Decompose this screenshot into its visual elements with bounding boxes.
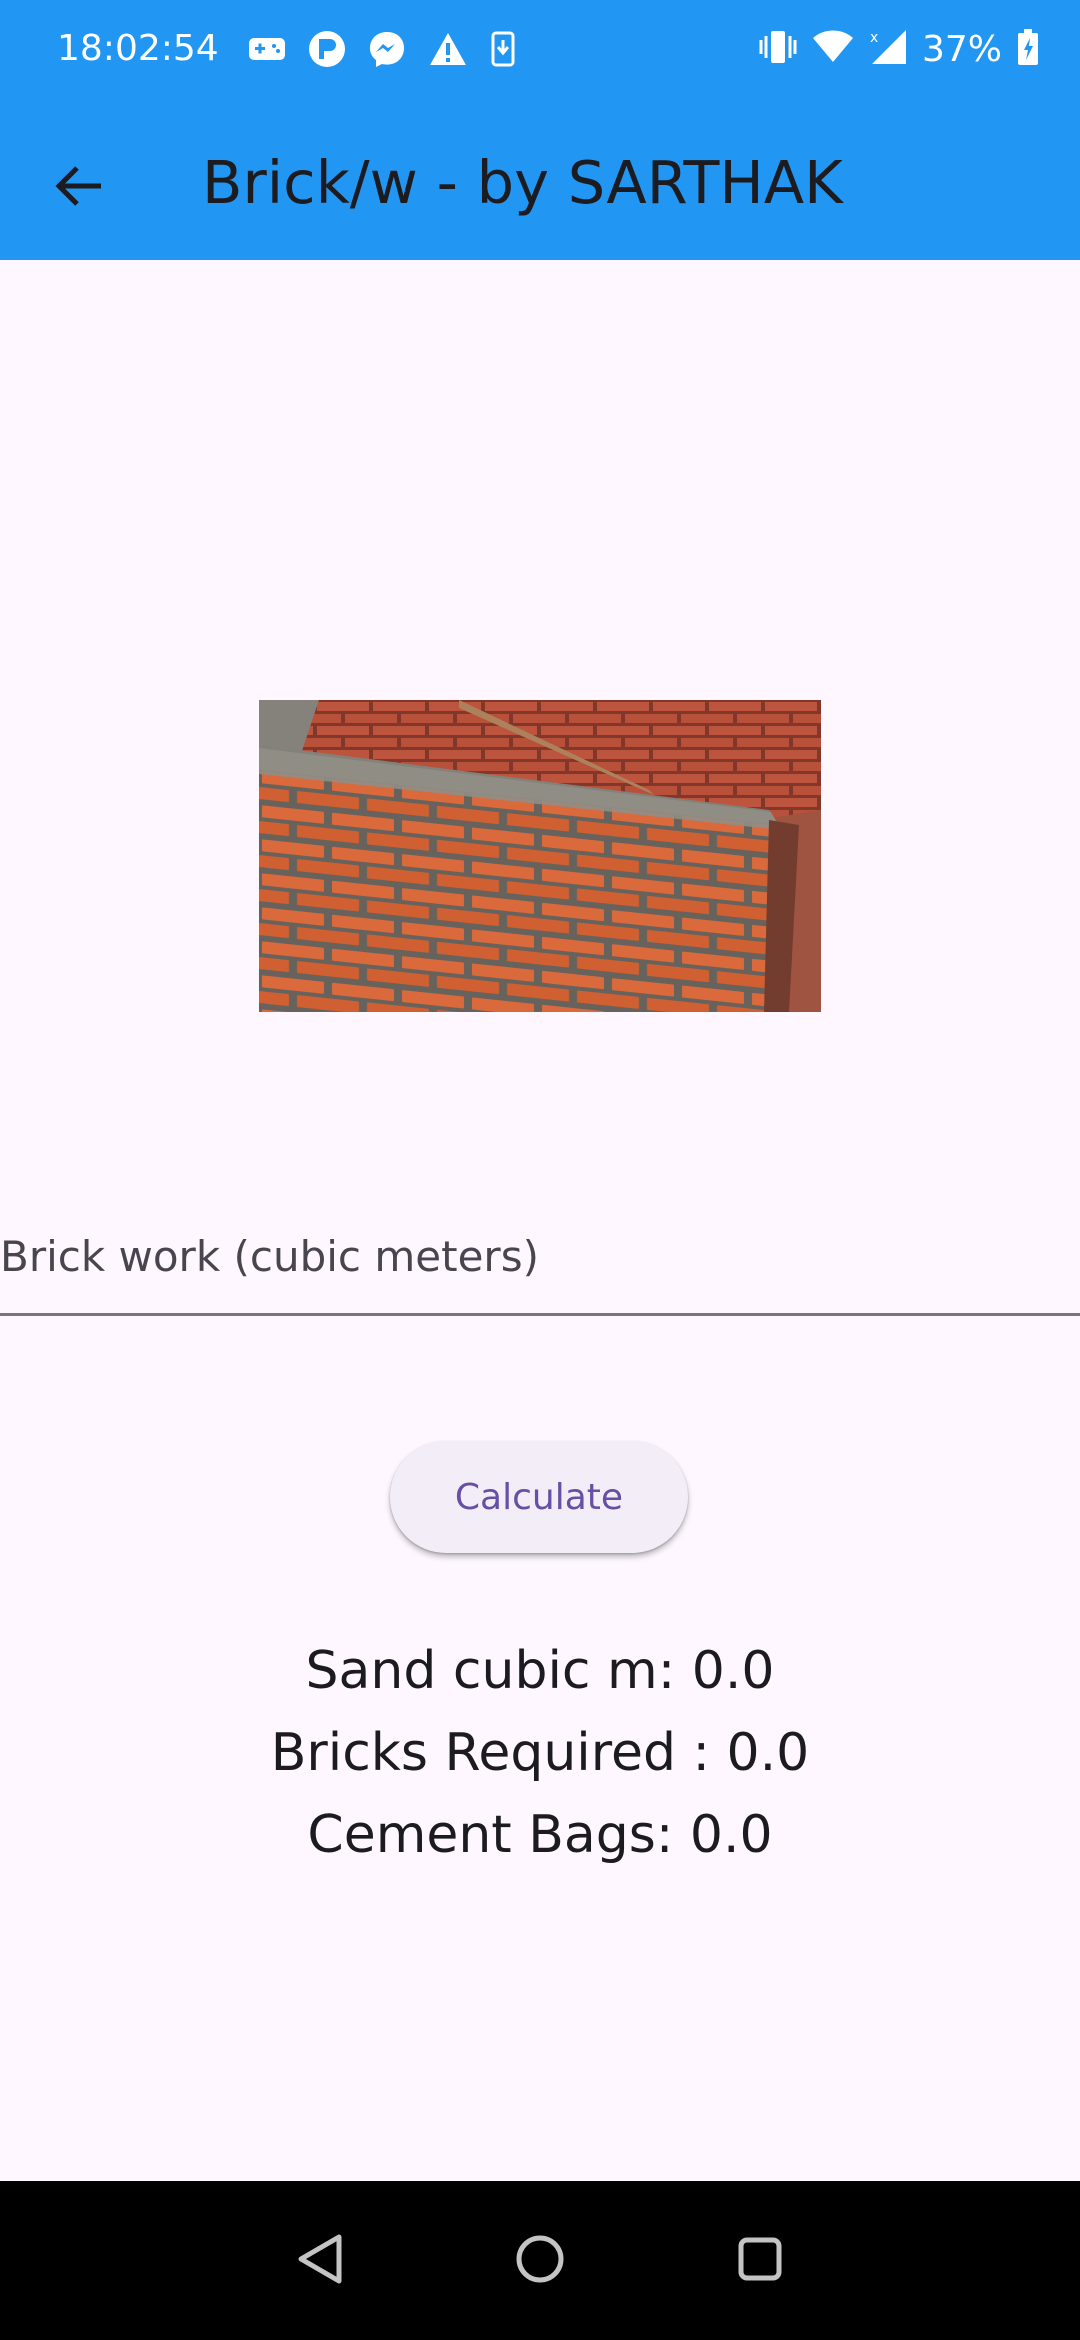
nav-back-button[interactable] bbox=[284, 2225, 356, 2297]
cement-result: Cement Bags: 0.0 bbox=[307, 1805, 773, 1865]
nav-recents-button[interactable] bbox=[724, 2225, 796, 2297]
battery-icon bbox=[1016, 28, 1040, 70]
back-button[interactable] bbox=[40, 150, 116, 226]
warning-icon bbox=[428, 31, 468, 71]
results-panel: Sand cubic m: 0.0 Bricks Required : 0.0 … bbox=[0, 1630, 1080, 1876]
nav-home-button[interactable] bbox=[504, 2225, 576, 2297]
wifi-icon bbox=[812, 30, 854, 68]
battery-percent: 37% bbox=[921, 28, 1002, 70]
status-time: 18:02:54 bbox=[57, 28, 219, 69]
calculate-button[interactable]: Calculate bbox=[390, 1441, 688, 1553]
brick-wall-image bbox=[259, 700, 821, 1012]
app-bar: Brick/w - by SARTHAK bbox=[0, 104, 1080, 260]
recents-square-icon bbox=[736, 2235, 784, 2287]
signal-icon: x bbox=[868, 28, 908, 70]
brick-work-input[interactable] bbox=[0, 1150, 1080, 1316]
back-triangle-icon bbox=[295, 2233, 345, 2289]
notification-icons bbox=[248, 30, 516, 72]
brick-work-input-wrap bbox=[0, 1150, 1080, 1320]
app-title: Brick/w - by SARTHAK bbox=[202, 148, 843, 217]
status-bar: 18:02:54 x 37% bbox=[0, 0, 1080, 104]
system-icons: x 37% bbox=[758, 28, 1040, 70]
navigation-bar bbox=[0, 2181, 1080, 2340]
arrow-back-icon bbox=[53, 164, 103, 212]
vibrate-icon bbox=[758, 28, 798, 70]
gamepad-icon bbox=[248, 36, 286, 66]
home-circle-icon bbox=[514, 2233, 566, 2289]
p-badge-icon bbox=[308, 30, 346, 72]
download-icon bbox=[490, 31, 516, 71]
svg-text:x: x bbox=[870, 30, 878, 46]
bricks-result: Bricks Required : 0.0 bbox=[270, 1723, 810, 1783]
messenger-icon bbox=[368, 30, 406, 72]
sand-result: Sand cubic m: 0.0 bbox=[305, 1641, 775, 1701]
